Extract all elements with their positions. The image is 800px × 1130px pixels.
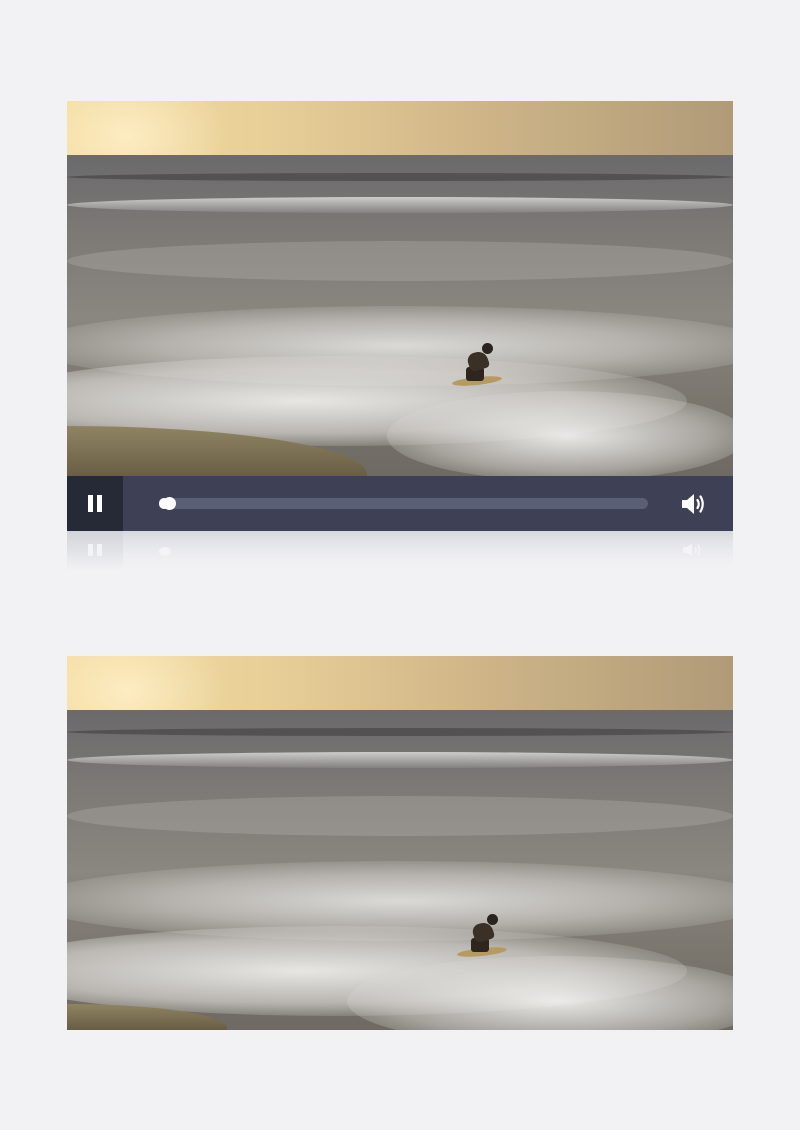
- surfer-head: [482, 343, 493, 354]
- wave-band: [67, 197, 733, 213]
- wave-band: [67, 796, 733, 836]
- surfer-head: [487, 914, 498, 925]
- wave-band: [67, 752, 733, 768]
- preview-frame: [67, 656, 733, 1030]
- wave-band: [67, 173, 733, 181]
- video-control-bar: [67, 476, 733, 531]
- volume-icon: [682, 494, 704, 514]
- reflection-button: [67, 531, 123, 571]
- horizon-line: [67, 710, 733, 713]
- reflection-pause-bar: [88, 544, 93, 556]
- reflection-volume-icon: [683, 544, 701, 556]
- volume-button[interactable]: [679, 490, 709, 518]
- pause-icon-bar: [97, 495, 102, 512]
- video-frame[interactable]: [67, 101, 733, 476]
- wave-band: [67, 241, 733, 281]
- foam: [387, 391, 733, 476]
- horizon-line: [67, 155, 733, 158]
- progress-knob[interactable]: [163, 497, 176, 510]
- reflection-pause-bar: [97, 544, 102, 556]
- reflection-knob: [159, 547, 171, 556]
- progress-bar[interactable]: [159, 497, 648, 510]
- control-bar-reflection: [67, 531, 733, 571]
- pause-icon-bar: [88, 495, 93, 512]
- pause-button[interactable]: [67, 476, 123, 531]
- wave-band: [67, 728, 733, 736]
